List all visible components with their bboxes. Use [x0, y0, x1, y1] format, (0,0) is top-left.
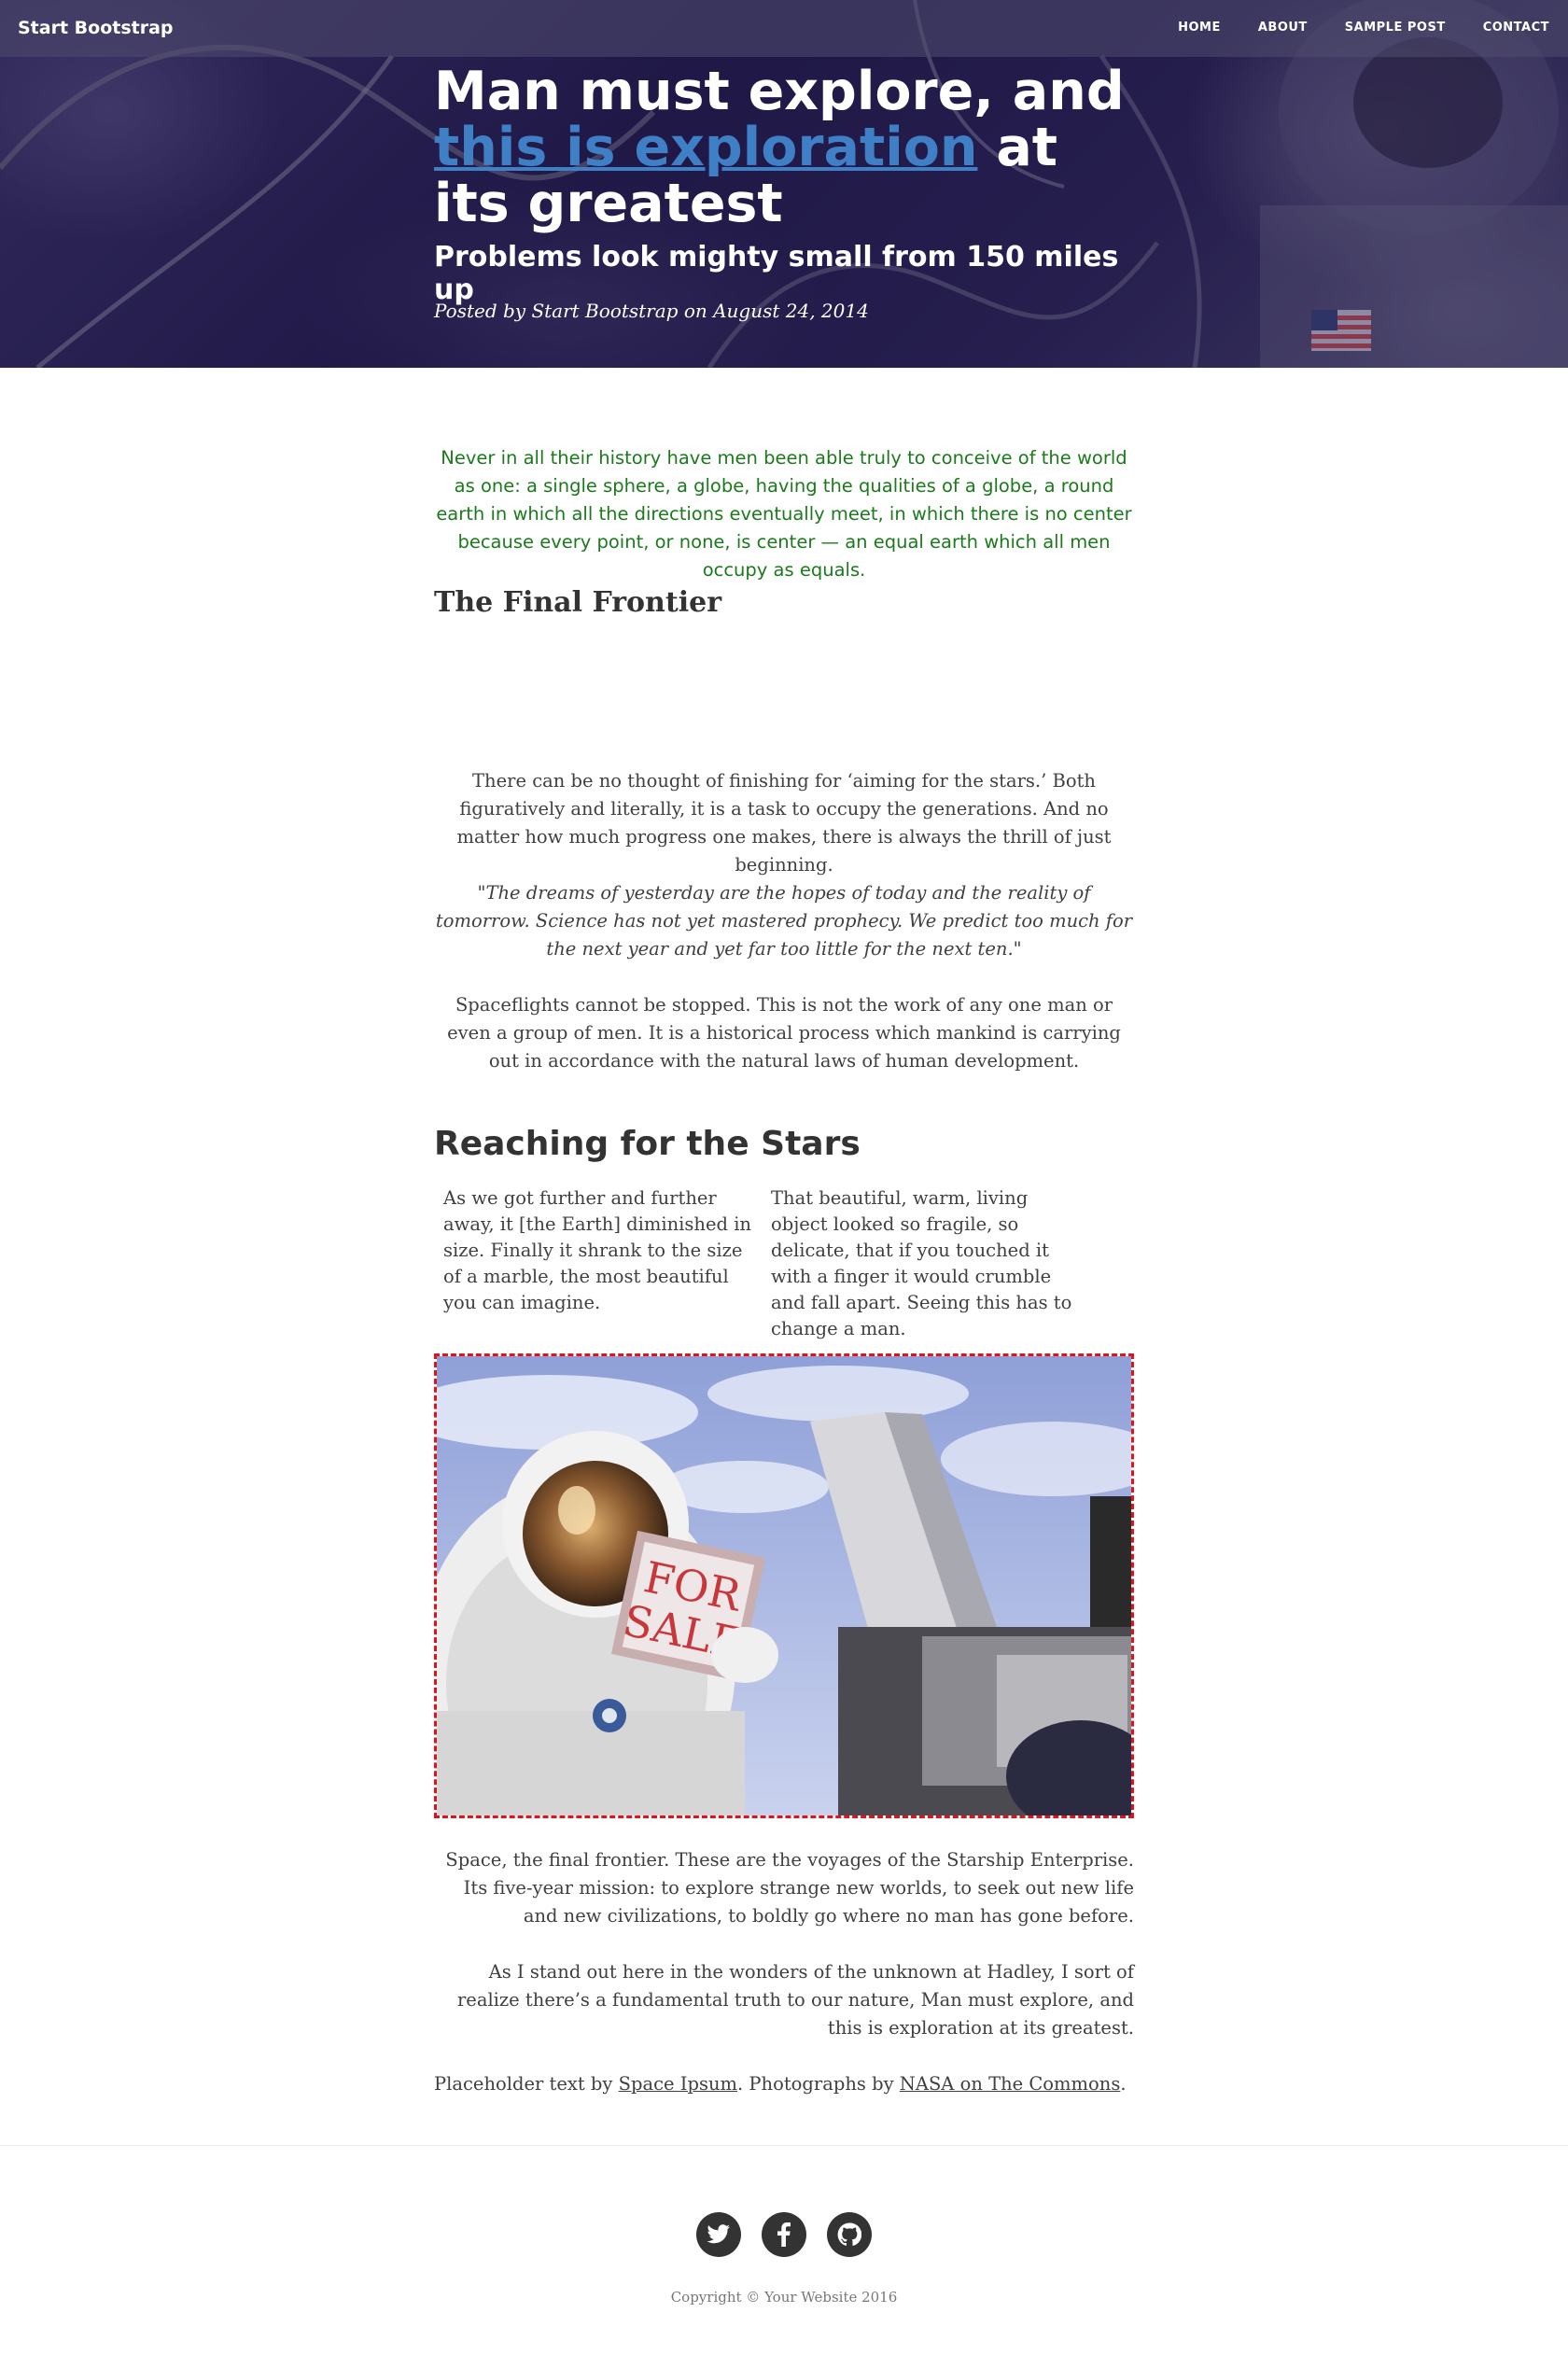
astronaut-for-sale-photo: FOR SALE — [434, 1353, 1134, 1818]
nav-sample-post-link[interactable]: SAMPLE POST — [1345, 21, 1446, 35]
nav-contact-link[interactable]: CONTACT — [1483, 21, 1549, 35]
paragraph-aiming-stars: There can be no thought of finishing for… — [456, 770, 1112, 876]
nasa-commons-link[interactable]: NASA on The Commons — [900, 2073, 1121, 2095]
nav-about-link[interactable]: ABOUT — [1258, 21, 1308, 35]
post-meta: Posted by Start Bootstrap on August 24, … — [434, 300, 869, 322]
credits-suffix: . — [1120, 2073, 1127, 2095]
brand-logo[interactable]: Start Bootstrap — [18, 18, 174, 38]
twitter-icon — [707, 2224, 730, 2244]
github-button[interactable] — [827, 2212, 872, 2257]
credits-line: Placeholder text by Space Ipsum. Photogr… — [434, 2070, 1143, 2098]
quote-dreams-yesterday: "The dreams of yesterday are the hopes o… — [435, 882, 1133, 960]
hero-header: Start Bootstrap HOME ABOUT SAMPLE POST C… — [0, 0, 1568, 368]
credits-prefix: Placeholder text by — [434, 2073, 619, 2095]
social-links — [696, 2212, 872, 2257]
section-heading-final-frontier: The Final Frontier — [434, 586, 721, 619]
copyright-text: Copyright © Your Website 2016 — [670, 2289, 898, 2306]
nav-links: HOME ABOUT SAMPLE POST CONTACT — [1178, 21, 1549, 35]
section-heading-reaching-stars: Reaching for the Stars — [434, 1125, 861, 1163]
paragraph-spaceflights: Spaceflights cannot be stopped. This is … — [447, 994, 1121, 1072]
column-left-text: As we got further and further away, it [… — [443, 1187, 751, 1313]
post-title: Man must explore, and this is exploratio… — [434, 63, 1143, 231]
paragraph-hadley: As I stand out here in the wonders of th… — [456, 1961, 1134, 2039]
nav-home-link[interactable]: HOME — [1178, 21, 1221, 35]
astronaut-photo-illustration: FOR SALE — [437, 1356, 1131, 1815]
post-title-text: Man must explore, and — [434, 61, 1125, 122]
green-quote: Never in all their history have men been… — [436, 447, 1132, 581]
footer-divider — [0, 2145, 1568, 2146]
paragraph-final-frontier: Space, the final frontier. These are the… — [445, 1849, 1134, 1927]
post-subtitle: Problems look mighty small from 150 mile… — [434, 241, 1119, 306]
facebook-icon — [777, 2222, 791, 2247]
twitter-button[interactable] — [696, 2212, 741, 2257]
navbar: Start Bootstrap HOME ABOUT SAMPLE POST C… — [0, 0, 1568, 57]
column-right-text: That beautiful, warm, living object look… — [771, 1187, 1072, 1339]
post-title-link[interactable]: this is exploration — [434, 117, 977, 178]
github-icon — [837, 2222, 861, 2246]
space-ipsum-link[interactable]: Space Ipsum — [619, 2073, 737, 2095]
facebook-button[interactable] — [762, 2212, 806, 2257]
credits-mid: . Photographs by — [737, 2073, 900, 2095]
